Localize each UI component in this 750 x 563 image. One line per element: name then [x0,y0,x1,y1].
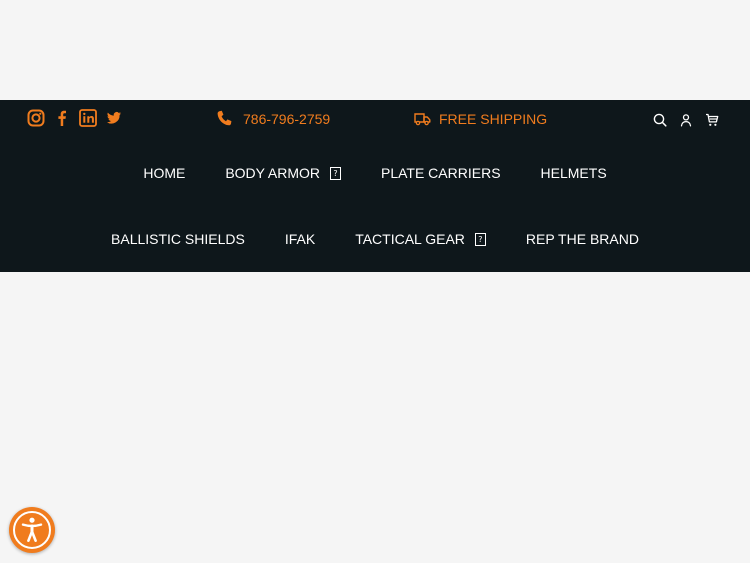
phone-number: 786-796-2759 [243,111,331,127]
nav-item-helmets[interactable]: HELMETS [541,165,607,181]
page: 786-796-2759 FREE SHIPPING HOME BODY ARM… [0,0,750,563]
main-nav-row-1: HOME BODY ARMOR ? PLATE CARRIERS HELMETS [0,165,750,181]
account-icon[interactable] [678,112,694,128]
nav-item-body-armor[interactable]: BODY ARMOR ? [225,165,341,181]
nav-item-label: HOME [143,165,186,181]
nav-item-label: REP THE BRAND [525,231,639,247]
nav-item-home[interactable]: HOME [143,165,185,181]
main-nav-row-2: BALLISTIC SHIELDS IFAK TACTICAL GEAR ? R… [0,231,750,247]
free-shipping-notice: FREE SHIPPING [414,110,547,128]
linkedin-icon[interactable] [79,109,97,127]
phone-icon [216,110,234,128]
accessibility-button[interactable] [9,507,55,553]
nav-item-label: BODY ARMOR [225,165,320,181]
nav-item-rep-the-brand[interactable]: REP THE BRAND [526,231,639,247]
twitter-icon[interactable] [105,109,123,127]
header-utilities [652,112,720,128]
instagram-icon[interactable] [27,109,45,127]
site-header: 786-796-2759 FREE SHIPPING HOME BODY ARM… [0,100,750,272]
search-icon[interactable] [652,112,668,128]
nav-item-ifak[interactable]: IFAK [285,231,315,247]
truck-icon [414,110,432,128]
nav-item-label: BALLISTIC SHIELDS [111,231,245,247]
social-links [27,109,123,127]
nav-item-tactical-gear[interactable]: TACTICAL GEAR ? [355,231,486,247]
nav-item-label: HELMETS [540,165,607,181]
nav-item-plate-carriers[interactable]: PLATE CARRIERS [381,165,501,181]
dropdown-indicator-icon: ? [474,232,486,246]
nav-item-ballistic-shields[interactable]: BALLISTIC SHIELDS [111,231,245,247]
accessibility-icon [13,511,51,549]
cart-icon[interactable] [704,112,720,128]
facebook-icon[interactable] [53,109,71,127]
nav-item-label: PLATE CARRIERS [380,165,501,181]
nav-item-label: TACTICAL GEAR [355,231,465,247]
dropdown-indicator-icon: ? [329,166,341,180]
nav-item-label: IFAK [284,231,316,247]
free-shipping-label: FREE SHIPPING [439,111,548,127]
phone-link[interactable]: 786-796-2759 [216,110,330,128]
